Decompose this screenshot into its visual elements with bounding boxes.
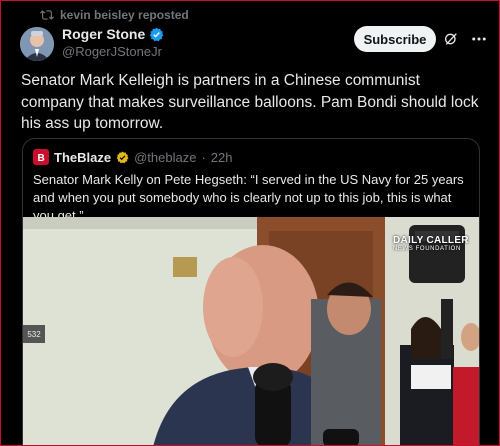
repost-indicator: kevin beisley reposted xyxy=(40,8,189,22)
author-avatar[interactable] xyxy=(20,27,54,61)
logo-letter: B xyxy=(38,153,45,163)
more-icon[interactable] xyxy=(470,30,488,48)
grok-icon[interactable] xyxy=(443,31,459,47)
quoted-timestamp[interactable]: 22h xyxy=(211,150,233,165)
repost-icon xyxy=(40,10,54,20)
gold-verified-badge-icon xyxy=(116,151,129,163)
author-handle[interactable]: @RogerJStoneJr xyxy=(62,44,162,59)
room-number-sign: 532 xyxy=(23,325,45,343)
quoted-author-handle[interactable]: @theblaze xyxy=(134,150,196,165)
quoted-author-name[interactable]: TheBlaze xyxy=(54,150,111,165)
watermark-line1: DAILY CALLER xyxy=(393,235,469,246)
verified-badge-icon xyxy=(150,27,164,41)
watermark-line2: NEWS FOUNDATION xyxy=(393,246,461,252)
repost-text: kevin beisley reposted xyxy=(60,8,189,22)
quoted-tweet-header: B TheBlaze @theblaze · 22h xyxy=(33,149,232,165)
quoted-video-still[interactable]: DAILY CALLER NEWS FOUNDATION 532 xyxy=(23,217,479,445)
daily-caller-watermark: DAILY CALLER NEWS FOUNDATION xyxy=(393,235,469,252)
quoted-tweet[interactable]: B TheBlaze @theblaze · 22h Senator Mark … xyxy=(22,138,480,445)
author-name-text[interactable]: Roger Stone xyxy=(62,26,145,42)
author-name[interactable]: Roger Stone xyxy=(62,26,164,42)
tweet-text: Senator Mark Kelleigh is partners in a C… xyxy=(21,72,479,132)
separator-dot: · xyxy=(201,149,206,165)
subscribe-button[interactable]: Subscribe xyxy=(354,26,436,52)
theblaze-logo: B xyxy=(33,149,49,165)
